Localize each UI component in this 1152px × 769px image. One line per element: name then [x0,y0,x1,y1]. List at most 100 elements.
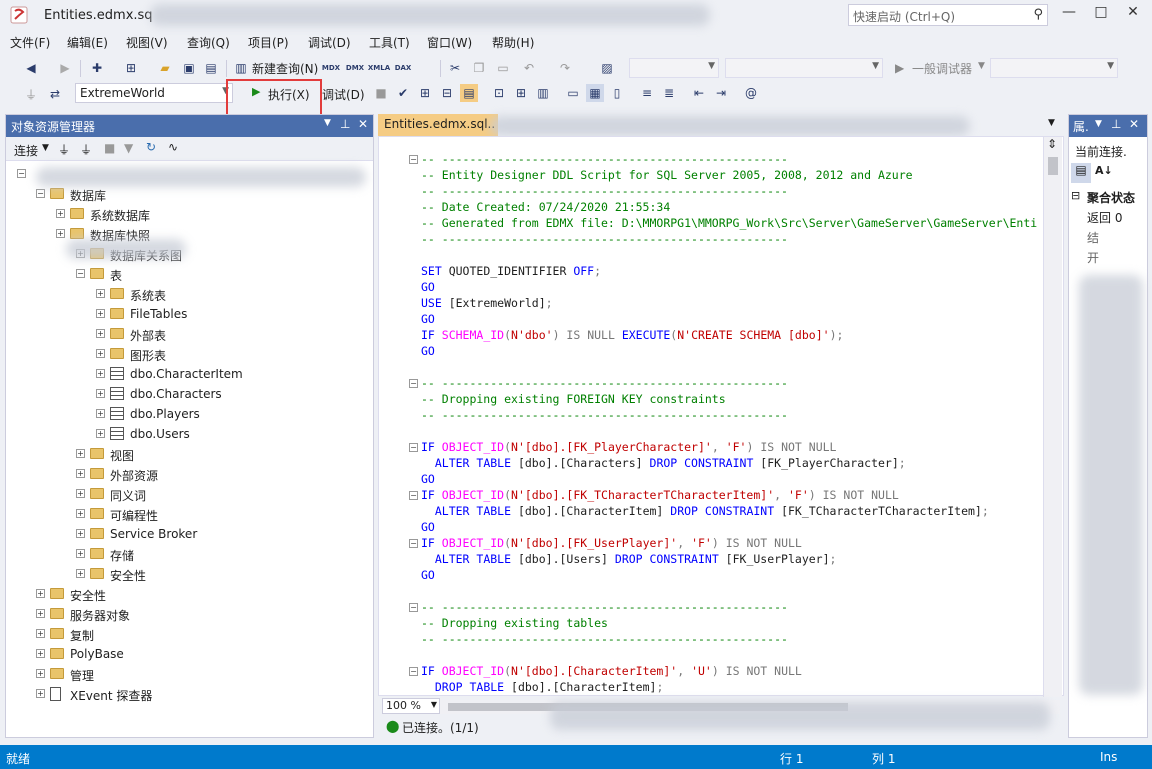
tree-node[interactable]: + 安全性 [6,565,373,585]
database-select[interactable]: ExtremeWorld ▼ [75,83,233,103]
tree-node[interactable]: + 外部资源 [6,465,373,485]
expand-icon[interactable]: + [96,409,105,418]
copy-icon[interactable]: ❐ [470,59,488,77]
results-to-file-icon[interactable]: ▯ [608,84,626,102]
connect-button[interactable]: 连接 [14,142,38,159]
fold-icon[interactable]: − [409,539,418,548]
expand-icon[interactable]: + [36,629,45,638]
stop-icon[interactable]: ■ [104,141,115,155]
current-connection-select[interactable]: 当前连接. [1071,141,1145,161]
mdx-icon[interactable]: MDX [322,59,340,77]
expand-icon[interactable]: + [76,489,85,498]
open-folder-icon[interactable]: ▰ [156,59,174,77]
redo-icon[interactable]: ↷ [556,59,574,77]
results-to-icon[interactable]: ▤ [460,84,478,102]
decrease-indent-icon[interactable]: ⇤ [690,84,708,102]
xmla-icon[interactable]: XMLA [368,59,390,77]
tree-node[interactable]: + 管理 [6,665,373,685]
dax-icon[interactable]: DAX [394,59,412,77]
results-to-text-icon[interactable]: ▭ [564,84,582,102]
alphabetical-icon[interactable]: A↓ [1095,164,1113,177]
menu-tools[interactable]: 工具(T) [369,34,410,51]
tree-node[interactable]: + dbo.CharacterItem [6,365,373,385]
sql-editor[interactable]: -- -------------------------------------… [378,136,1064,696]
expand-icon[interactable]: + [76,469,85,478]
split-icon[interactable]: ⇕ [1047,137,1057,151]
expand-icon[interactable]: + [76,449,85,458]
expand-icon[interactable]: + [96,369,105,378]
change-connection-icon[interactable]: ⇄ [46,85,64,103]
back-icon[interactable]: ◀ [22,59,40,77]
find-combo[interactable]: ▼ [990,58,1118,78]
tree-node[interactable]: + dbo.Characters [6,385,373,405]
tree-node[interactable]: + 同义词 [6,485,373,505]
tree-node[interactable]: + dbo.Users [6,425,373,445]
expand-icon[interactable]: + [36,649,45,658]
properties-dropdown-icon[interactable]: ▼ [1095,119,1102,129]
tab-entities-sql[interactable]: Entities.edmx.sql.. [378,114,498,136]
tree-node[interactable]: + 数据库快照 [6,225,373,245]
code-area[interactable]: -- -------------------------------------… [379,151,1063,695]
refresh-icon[interactable]: ↻ [146,140,156,154]
tab-list-dropdown-icon[interactable]: ▼ [1048,118,1055,128]
results-to-grid-icon[interactable]: ▦ [586,84,604,102]
paste-icon[interactable]: ▭ [494,59,512,77]
estimated-plan-icon[interactable]: ⊞ [416,84,434,102]
zoom-select[interactable]: 100 % ▼ [382,698,440,714]
new-project-icon[interactable]: ✚ [88,59,106,77]
disconnect-icon[interactable]: ⏚ [80,141,92,158]
tree-node[interactable]: − 表 [6,265,373,285]
tree-node[interactable]: + 系统表 [6,285,373,305]
minimize-button[interactable]: — [1054,4,1084,24]
menu-window[interactable]: 窗口(W) [427,34,472,51]
expand-icon[interactable]: + [76,509,85,518]
menu-query[interactable]: 查询(Q) [187,34,230,51]
tree-node[interactable]: + 可编程性 [6,505,373,525]
tree-node[interactable]: + 系统数据库 [6,205,373,225]
activity-monitor-icon[interactable]: ▨ [598,59,616,77]
add-item-icon[interactable]: ⊞ [122,59,140,77]
increase-indent-icon[interactable]: ⇥ [712,84,730,102]
tree-node[interactable]: + 图形表 [6,345,373,365]
expand-icon[interactable]: + [36,609,45,618]
expand-icon[interactable]: + [76,529,85,538]
platform-combo[interactable]: ▼ [725,58,883,78]
expand-icon[interactable]: + [96,289,105,298]
tree-node[interactable]: + 安全性 [6,585,373,605]
tree-node[interactable]: + FileTables [6,305,373,325]
debugger-label[interactable]: 一般调试器 [912,60,972,77]
fold-icon[interactable]: − [409,443,418,452]
save-all-icon[interactable]: ▤ [202,59,220,77]
menu-help[interactable]: 帮助(H) [492,34,534,51]
filter-icon[interactable]: ▼ [124,141,133,155]
fold-icon[interactable]: − [409,379,418,388]
dmx-icon[interactable]: DMX [346,59,364,77]
panel-dropdown-icon[interactable]: ▼ [324,118,331,128]
expand-icon[interactable]: + [56,209,65,218]
collapse-icon[interactable]: − [36,189,45,198]
menu-debug[interactable]: 调试(D) [308,34,351,51]
query-designer-icon[interactable]: ⊟ [438,84,456,102]
menu-edit[interactable]: 编辑(E) [67,34,108,51]
tree-node[interactable]: + XEvent 探查器 [6,685,373,705]
section-collapse-icon[interactable]: ⊟ [1071,189,1080,202]
comment-icon[interactable]: ≡ [638,84,656,102]
undo-icon[interactable]: ↶ [520,59,538,77]
close-button[interactable]: ✕ [1118,4,1148,24]
actual-plan-icon[interactable]: ⊞ [512,84,530,102]
client-stats-icon[interactable]: ▥ [534,84,552,102]
tree-node[interactable]: + 服务器对象 [6,605,373,625]
debug-button[interactable]: 调试(D) [322,86,365,103]
stop-icon[interactable]: ■ [372,84,390,102]
menu-file[interactable]: 文件(F) [10,34,50,51]
properties-pin-icon[interactable]: ⊥ [1111,117,1121,131]
editor-vertical-scrollbar[interactable]: ⇕ [1043,137,1062,697]
properties-close-icon[interactable]: ✕ [1129,117,1139,131]
fold-icon[interactable]: − [409,667,418,676]
tree-node[interactable]: + 复制 [6,625,373,645]
scroll-thumb[interactable] [1048,157,1058,175]
tree-node[interactable]: + 存储 [6,545,373,565]
connect-icon[interactable]: ⏚ [58,141,70,158]
expand-icon[interactable]: + [96,389,105,398]
expand-icon[interactable]: + [76,549,85,558]
